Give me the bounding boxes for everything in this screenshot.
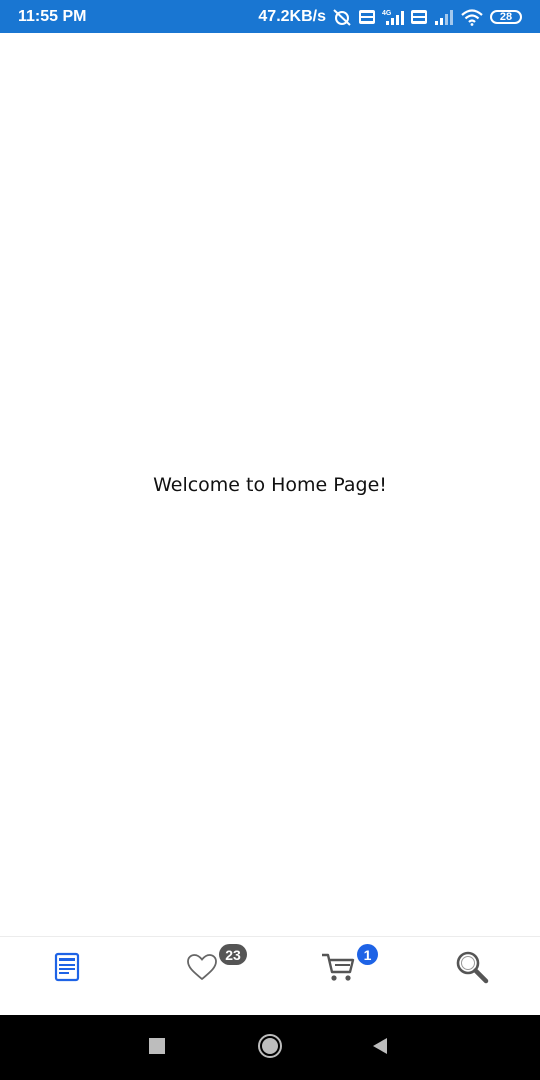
cart-icon bbox=[320, 950, 356, 984]
nav-search[interactable] bbox=[437, 937, 507, 997]
cart-badge: 1 bbox=[357, 944, 378, 965]
signal-4g-icon: 4G bbox=[382, 8, 404, 26]
back-button[interactable] bbox=[367, 1035, 393, 1061]
back-triangle-icon bbox=[370, 1036, 390, 1060]
bottom-navigation: 23 1 bbox=[0, 936, 540, 1016]
square-icon bbox=[148, 1037, 166, 1059]
volte-icon bbox=[358, 9, 376, 25]
volte-icon bbox=[410, 9, 428, 25]
network-speed: 47.2KB/s bbox=[258, 7, 326, 25]
system-navigation-bar bbox=[0, 1015, 540, 1080]
recents-button[interactable] bbox=[144, 1035, 170, 1061]
status-time: 11:55 PM bbox=[18, 7, 87, 25]
circle-icon bbox=[257, 1033, 283, 1063]
main-content: Welcome to Home Page! bbox=[0, 33, 540, 936]
favorites-badge: 23 bbox=[219, 944, 247, 965]
document-icon bbox=[54, 952, 80, 982]
nav-home[interactable] bbox=[32, 937, 102, 997]
status-icons: 47.2KB/s 4G 28 bbox=[258, 8, 522, 26]
status-bar: 11:55 PM 47.2KB/s 4G 28 bbox=[0, 0, 540, 33]
battery-icon: 28 bbox=[490, 9, 522, 24]
alarm-off-icon bbox=[332, 8, 352, 26]
search-icon bbox=[454, 949, 490, 985]
signal-icon bbox=[434, 9, 454, 25]
home-button[interactable] bbox=[257, 1033, 283, 1063]
wifi-icon bbox=[460, 8, 484, 26]
heart-icon bbox=[185, 952, 219, 982]
svg-text:4G: 4G bbox=[382, 10, 392, 17]
welcome-text: Welcome to Home Page! bbox=[153, 473, 387, 496]
